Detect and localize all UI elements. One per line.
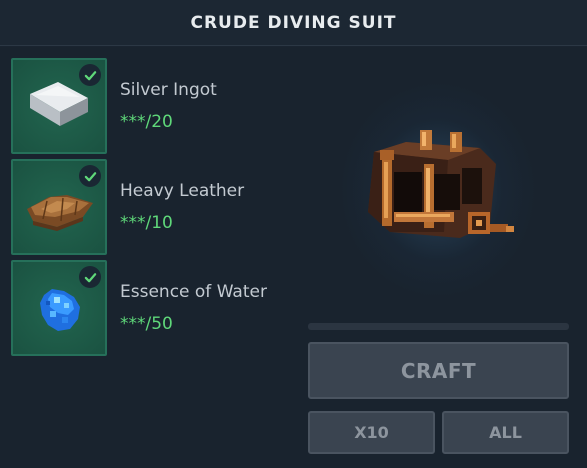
checkmark-icon	[79, 165, 101, 187]
ingredient-count: ***/10	[120, 213, 173, 233]
silver-ingot-icon	[30, 82, 88, 126]
crude-diving-suit-icon	[368, 130, 514, 238]
item-preview	[308, 60, 568, 320]
ingredient-count: ***/50	[120, 314, 173, 334]
ingredient-name: Heavy Leather	[120, 181, 245, 201]
ingredient-count: ***/20	[120, 112, 173, 132]
header-bar: CRUDE DIVING SUIT	[0, 0, 587, 46]
craft-progress-bar	[308, 323, 569, 330]
checkmark-icon	[79, 266, 101, 288]
ingredient-name: Essence of Water	[120, 282, 267, 302]
ingredient-slot-silver-ingot[interactable]	[11, 58, 107, 154]
craft-button[interactable]: CRAFT	[308, 342, 569, 399]
page-title: CRUDE DIVING SUIT	[190, 12, 397, 33]
essence-of-water-icon	[40, 289, 80, 331]
heavy-leather-icon	[27, 195, 93, 231]
ingredient-name: Silver Ingot	[120, 80, 217, 100]
ingredient-slot-heavy-leather[interactable]	[11, 159, 107, 255]
checkmark-icon	[79, 64, 101, 86]
craft-all-button[interactable]: ALL	[442, 411, 569, 454]
craft-x10-button[interactable]: X10	[308, 411, 435, 454]
ingredient-slot-essence-of-water[interactable]	[11, 260, 107, 356]
